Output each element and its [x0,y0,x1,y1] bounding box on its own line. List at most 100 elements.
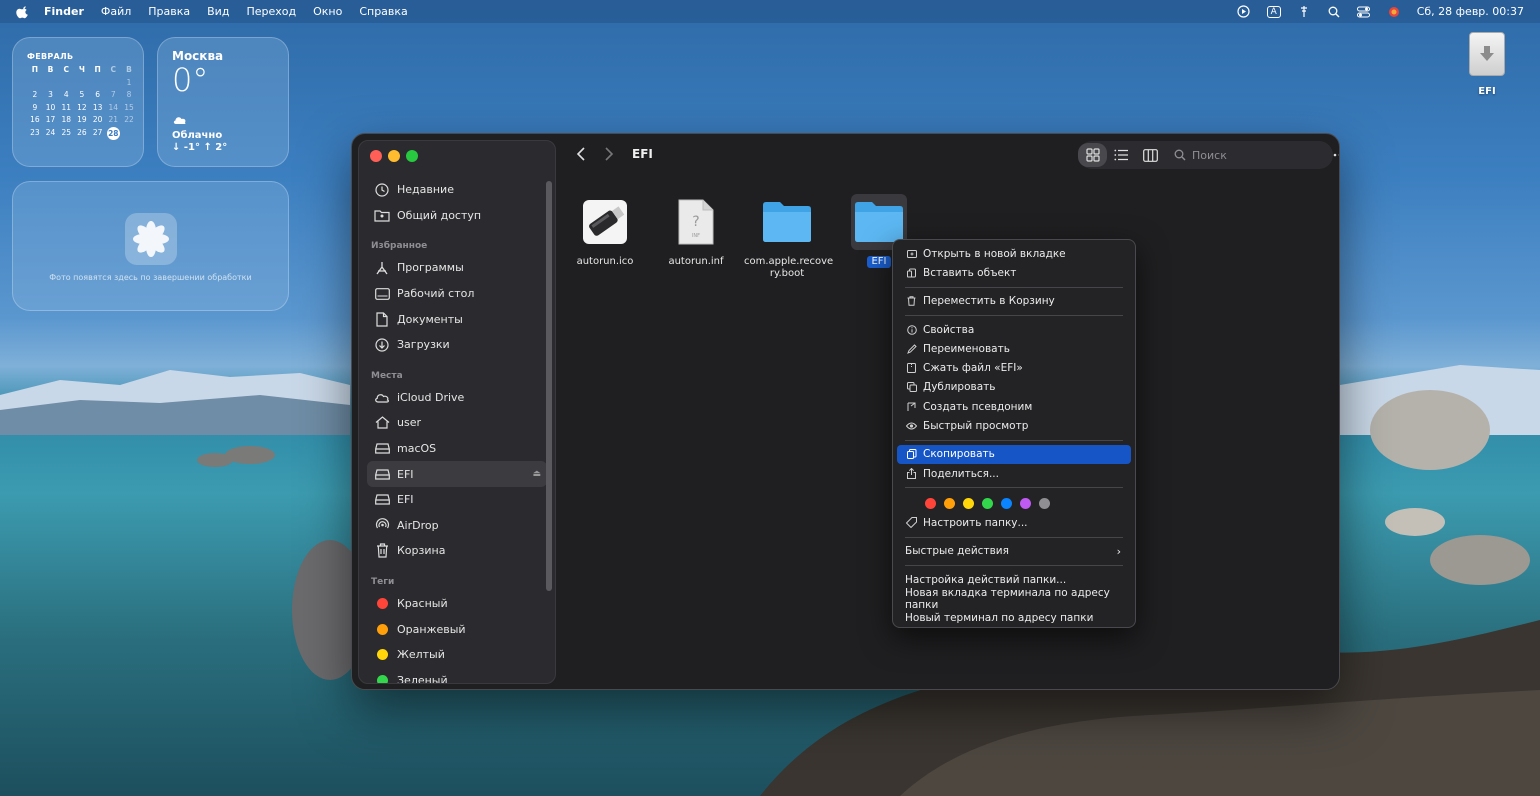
menu-view[interactable]: Вид [207,5,229,18]
menu-item-quick-actions[interactable]: Быстрые действия › [897,542,1131,561]
menu-window[interactable]: Окно [313,5,342,18]
file-item[interactable]: autorun.ico [562,194,648,268]
weekday-label: В [126,65,132,74]
menu-item-new-terminal[interactable]: Новый терминал по адресу папки [897,608,1131,627]
sidebar-item-airdrop[interactable]: AirDrop [367,513,547,539]
list-view-button[interactable] [1107,143,1136,167]
screen-recording-icon[interactable] [1237,5,1251,19]
sidebar-item-efi[interactable]: EFI [367,487,547,513]
sidebar-item-tag-red[interactable]: Красный [367,591,547,617]
spotlight-search-icon[interactable] [1327,5,1341,19]
unknown-file-icon: ? INF [668,194,724,250]
forward-button[interactable] [600,144,618,164]
menu-item-copy-highlighted[interactable]: Скопировать [897,444,1131,464]
file-item[interactable]: ? INF autorun.inf [653,194,739,268]
sidebar-item-label: Общий доступ [397,208,482,222]
sidebar-item-downloads[interactable]: Загрузки [367,332,547,358]
sidebar-item-tag-orange[interactable]: Оранжевый [367,616,547,642]
eject-icon[interactable]: ⏏ [532,469,541,479]
sidebar-scrollbar[interactable] [546,181,552,591]
calendar-day: 15 [124,102,134,112]
tag-yellow-button[interactable] [963,498,974,510]
file-name: com.apple.recove ry.boot [744,256,834,279]
sidebar-item-efi-selected[interactable]: EFI ⏏ [367,461,547,487]
menu-separator [905,314,1123,316]
menu-item-new-terminal-tab[interactable]: Новая вкладка терминала по адресу папки [897,587,1131,611]
calendar-day: 18 [61,115,71,124]
minimize-button[interactable] [388,150,400,162]
menu-item-label: Открыть в новой вкладке [923,247,1066,260]
archive-icon [906,363,917,374]
context-menu: Открыть в новой вкладке Вставить объект … [892,239,1136,628]
menu-item-compress[interactable]: Сжать файл «EFI» [897,358,1131,377]
sidebar-item-applications[interactable]: Программы [367,255,547,281]
menu-help[interactable]: Справка [359,5,407,18]
menu-item-quick-look[interactable]: Быстрый просмотр [897,416,1131,435]
menu-item-share[interactable]: Поделиться... [897,464,1131,483]
menu-item-duplicate[interactable]: Дублировать [897,378,1131,397]
control-center-icon[interactable] [1357,5,1371,19]
sidebar-item-desktop[interactable]: Рабочий стол [367,281,547,307]
sidebar-item-icloud[interactable]: iCloud Drive [367,385,547,411]
sidebar-item-macos[interactable]: macOS [367,436,547,462]
tag-red-icon [374,596,390,612]
tag-red-button[interactable] [925,498,936,510]
menu-item-label: Переместить в Корзину [923,295,1055,308]
calendar-widget[interactable]: ФЕВРАЛЬ П В С Ч П С В 1 2 3 4 5 6 7 8 9 … [12,37,144,167]
menu-item-customize-folder[interactable]: Настроить папку... [897,513,1131,532]
sidebar-item-label: Красный [397,597,448,611]
sidebar-item-tag-green[interactable]: Зеленый [367,668,547,683]
tag-purple-button[interactable] [1020,498,1031,510]
menu-item-label: Настроить папку... [923,516,1028,529]
sidebar-item-shared[interactable]: Общий доступ [367,203,547,229]
tag-gray-button[interactable] [1039,498,1050,510]
menu-finder[interactable]: Finder [44,5,84,18]
menu-item-label: Вставить объект [923,266,1017,279]
photos-widget[interactable]: Фото появятся здесь по завершении обрабо… [12,181,289,311]
tag-yellow-icon [374,647,390,663]
desktop-efi-drive[interactable]: EFI [1460,32,1514,97]
menubar-clock[interactable]: Сб, 28 февр. 00:37 [1417,5,1524,18]
folder-item[interactable]: com.apple.recove ry.boot [744,194,834,280]
menu-file[interactable]: Файл [101,5,131,18]
menu-item-label: Сжать файл «EFI» [923,362,1023,375]
menu-item-label: Создать псевдоним [923,400,1033,413]
menu-separator [905,564,1123,566]
calendar-day: 22 [124,115,134,124]
tag-orange-button[interactable] [944,498,955,510]
siri-icon[interactable] [1387,5,1401,19]
weather-widget[interactable]: Москва 0° Облачно ↓ -1° ↑ 2° [157,37,289,167]
back-button[interactable] [572,144,590,164]
calendar-day: 13 [92,102,103,112]
sidebar-item-documents[interactable]: Документы [367,306,547,332]
brightness-icon[interactable] [1297,5,1311,19]
shared-folder-icon [374,207,390,223]
menu-item-label: Новый терминал по адресу папки [905,612,1094,625]
menu-item-get-info[interactable]: Свойства [897,320,1131,339]
sidebar-item-tag-yellow[interactable]: Желтый [367,642,547,668]
sidebar-item-recents[interactable]: Недавние [367,177,547,203]
tag-green-button[interactable] [982,498,993,510]
calendar-day [58,78,74,87]
menu-separator [905,487,1123,489]
icon-view-button[interactable] [1078,143,1107,167]
menu-item-move-to-trash[interactable]: Переместить в Корзину [897,292,1131,311]
sidebar-item-label: Желтый [397,648,445,662]
apple-menu-icon[interactable] [16,5,30,19]
calendar-day [27,78,43,87]
clock-icon [374,182,390,198]
close-button[interactable] [370,150,382,162]
menu-item-paste[interactable]: Вставить объект [897,263,1131,282]
sidebar-item-trash[interactable]: Корзина [367,538,547,564]
sidebar-item-home[interactable]: user [367,410,547,436]
tag-blue-button[interactable] [1001,498,1012,510]
search-field[interactable]: Поиск [1165,141,1333,169]
zoom-button[interactable] [406,150,418,162]
input-source-icon[interactable]: A [1266,5,1281,19]
menu-edit[interactable]: Правка [148,5,190,18]
menu-go[interactable]: Переход [246,5,296,18]
column-view-button[interactable] [1136,143,1165,167]
menu-item-open-new-tab[interactable]: Открыть в новой вкладке [897,244,1131,263]
menu-item-rename[interactable]: Переименовать [897,339,1131,358]
menu-item-make-alias[interactable]: Создать псевдоним [897,397,1131,416]
